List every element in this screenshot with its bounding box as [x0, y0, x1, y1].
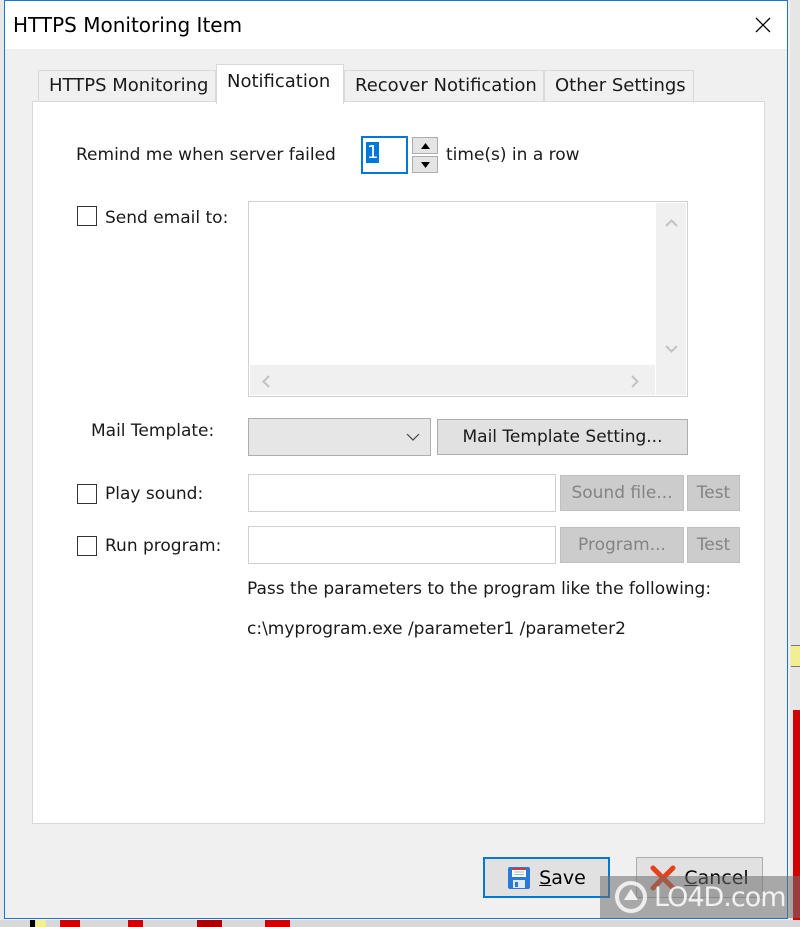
play-sound-label: Play sound: [105, 484, 204, 504]
scroll-up-icon[interactable] [665, 215, 678, 231]
sound-test-label: Test [696, 483, 731, 503]
program-hint-text: Pass the parameters to the program like … [247, 579, 712, 599]
program-test-label: Test [696, 535, 731, 555]
save-button[interactable]: Save [483, 857, 610, 898]
scrollbar-corner [656, 365, 686, 395]
mail-template-setting-label: Mail Template Setting... [462, 427, 663, 447]
sound-test-button[interactable]: Test [687, 475, 740, 511]
tab-label: Notification [227, 71, 331, 92]
remind-prefix-label: Remind me when server failed [76, 145, 336, 165]
send-email-label: Send email to: [105, 208, 229, 228]
title-bar[interactable]: HTTPS Monitoring Item [5, 1, 787, 49]
spin-up-button[interactable] [412, 137, 438, 154]
watermark-logo-icon [615, 881, 647, 913]
tab-notification[interactable]: Notification [216, 64, 344, 104]
tab-label: Other Settings [555, 75, 686, 96]
watermark-text: LO4D.com [654, 881, 787, 913]
play-sound-checkbox[interactable] [77, 484, 97, 504]
background-app-right-edge [790, 0, 800, 927]
remind-count-input[interactable]: 1 [361, 136, 408, 174]
program-browse-label: Program... [578, 535, 666, 555]
program-browse-button[interactable]: Program... [560, 527, 684, 563]
scroll-down-icon[interactable] [665, 341, 678, 357]
floppy-disk-icon [508, 866, 531, 889]
arrow-down-icon [420, 161, 430, 168]
chevron-down-icon [406, 433, 420, 441]
mail-template-setting-button[interactable]: Mail Template Setting... [437, 419, 688, 455]
send-email-checkbox[interactable] [77, 206, 97, 226]
arrow-up-icon [420, 142, 430, 149]
close-icon [755, 17, 771, 33]
background-app-bottom-edge [0, 920, 800, 927]
save-label: Save [539, 866, 586, 889]
program-path-input[interactable] [248, 526, 556, 564]
program-test-button[interactable]: Test [687, 527, 740, 563]
sound-file-label: Sound file... [571, 483, 673, 503]
scroll-left-icon[interactable] [262, 375, 270, 392]
watermark: LO4D.com [600, 876, 800, 918]
tab-label: Recover Notification [355, 75, 537, 96]
remind-count-value: 1 [366, 142, 380, 163]
sound-file-button[interactable]: Sound file... [560, 475, 684, 511]
tab-https-monitoring[interactable]: HTTPS Monitoring [38, 70, 216, 102]
tab-recover-notification[interactable]: Recover Notification [344, 70, 544, 102]
sound-file-input[interactable] [248, 474, 556, 512]
run-program-label: Run program: [105, 536, 222, 556]
scroll-right-icon[interactable] [631, 375, 639, 392]
spin-down-button[interactable] [412, 156, 438, 173]
email-recipients-textarea[interactable] [248, 201, 688, 397]
program-example-text: c:\myprogram.exe /parameter1 /parameter2 [247, 619, 626, 639]
close-button[interactable] [739, 1, 787, 49]
horizontal-scrollbar[interactable] [250, 365, 655, 395]
mail-template-label: Mail Template: [91, 421, 215, 441]
mail-template-dropdown[interactable] [248, 418, 431, 456]
window-title: HTTPS Monitoring Item [13, 13, 243, 37]
run-program-checkbox[interactable] [77, 536, 97, 556]
remind-suffix-label: time(s) in a row [446, 145, 580, 165]
tab-label: HTTPS Monitoring [49, 75, 209, 96]
vertical-scrollbar[interactable] [656, 203, 686, 367]
tab-other-settings[interactable]: Other Settings [544, 70, 694, 102]
background-highlight [791, 645, 800, 667]
